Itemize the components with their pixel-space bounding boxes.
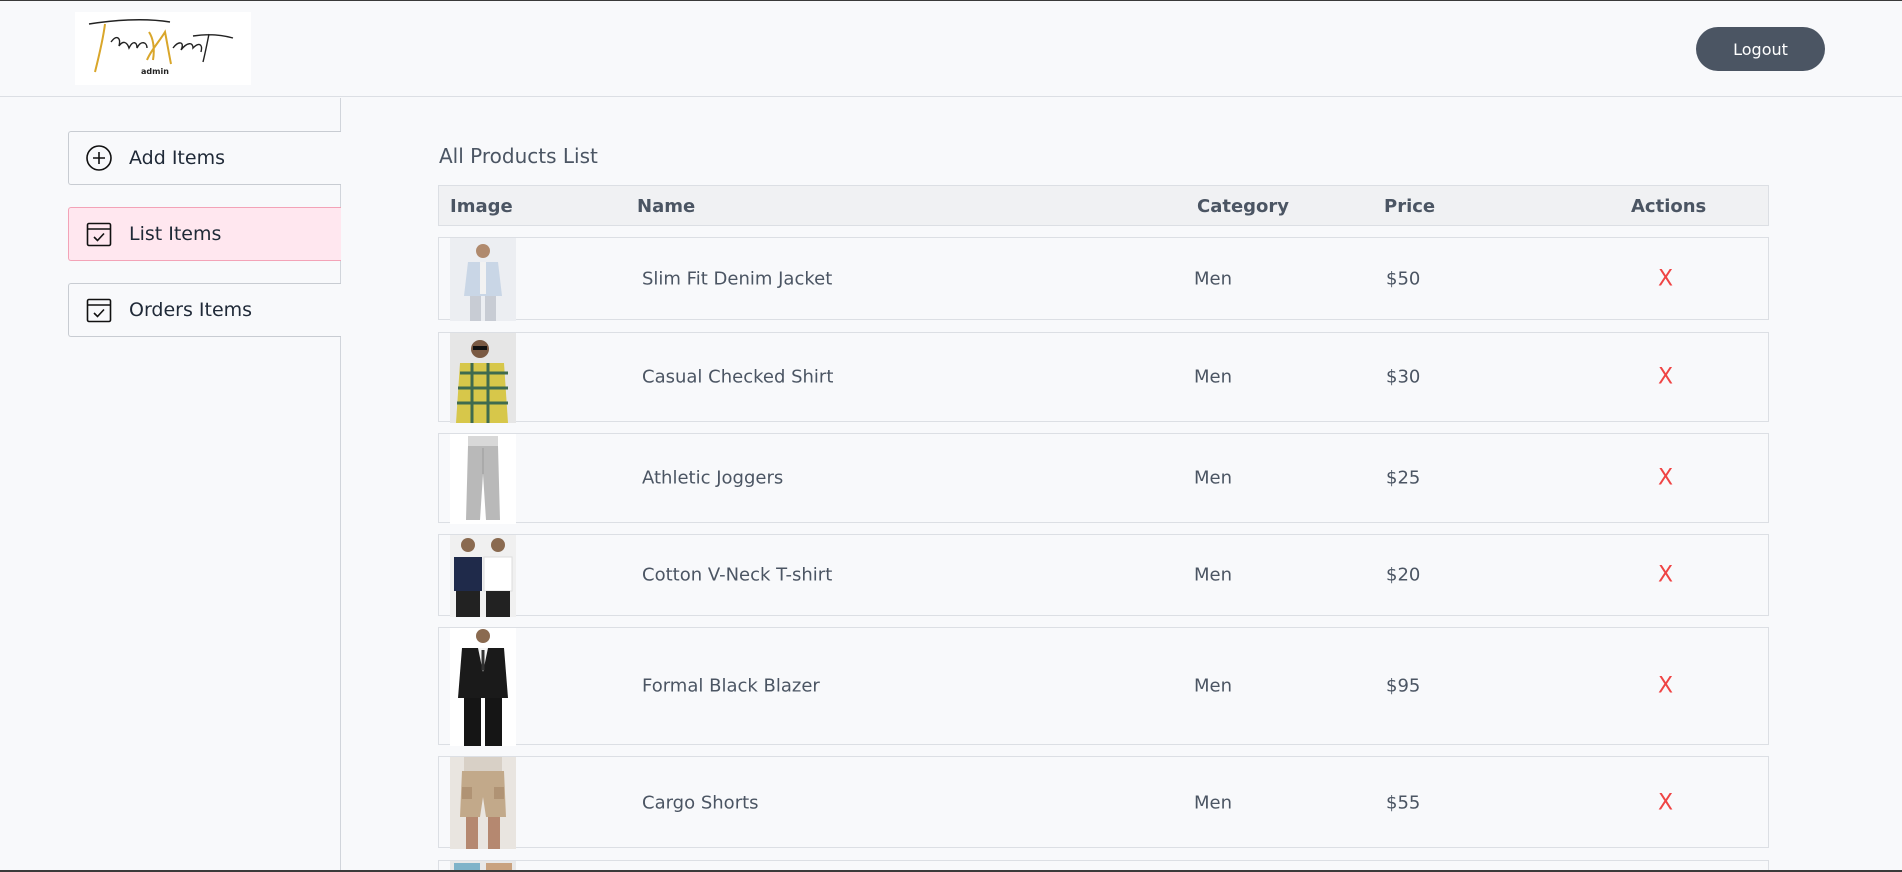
product-category: Men (1194, 366, 1233, 388)
logo-subtext: admin (141, 67, 169, 76)
delete-icon[interactable]: X (1658, 674, 1673, 699)
brand-logo[interactable]: admin (75, 12, 251, 85)
column-header-price: Price (1384, 196, 1436, 217)
add-circle-icon (85, 144, 113, 172)
product-name: Cotton V-Neck T-shirt (642, 564, 833, 586)
table-row: Cargo Shorts Men $55 X (438, 756, 1769, 849)
product-price: $55 (1386, 792, 1421, 814)
page-title: All Products List (439, 144, 598, 168)
sidebar-item-label: Add Items (129, 147, 225, 169)
product-thumbnail (450, 628, 516, 746)
product-name: Athletic Joggers (642, 467, 784, 489)
product-thumbnail (450, 535, 516, 617)
product-price: $20 (1386, 564, 1421, 586)
product-thumbnail (450, 434, 516, 524)
delete-icon[interactable]: X (1658, 791, 1673, 816)
product-thumbnail (450, 861, 516, 870)
product-thumbnail (450, 333, 516, 423)
product-name: Cargo Shorts (642, 792, 759, 814)
product-price: $50 (1386, 268, 1421, 290)
table-row: Slim Fit Denim Jacket Men $50 X (438, 237, 1769, 321)
delete-icon[interactable]: X (1658, 466, 1673, 491)
column-header-name: Name (637, 196, 696, 217)
column-header-image: Image (450, 196, 513, 217)
sidebar: Add Items List Items Orders Items (0, 98, 341, 870)
logout-button[interactable]: Logout (1696, 27, 1825, 71)
product-category: Men (1194, 564, 1233, 586)
top-header: admin Logout (0, 1, 1902, 97)
column-header-category: Category (1197, 196, 1290, 217)
calendar-check-icon (85, 296, 113, 324)
sidebar-item-orders-items[interactable]: Orders Items (68, 283, 341, 337)
product-category: Men (1194, 675, 1233, 697)
table-row: Formal Black Blazer Men $95 X (438, 627, 1769, 746)
sidebar-item-add-items[interactable]: Add Items (68, 131, 341, 185)
product-category: Men (1194, 268, 1233, 290)
product-category: Men (1194, 467, 1233, 489)
product-price: $25 (1386, 467, 1421, 489)
product-thumbnail (450, 238, 516, 321)
table-row: Casual Checked Shirt Men $30 X (438, 332, 1769, 423)
table-header: Image Name Category Price Actions (438, 185, 1769, 226)
column-header-actions: Actions (1631, 196, 1707, 217)
table-row: Athletic Joggers Men $25 X (438, 433, 1769, 524)
product-price: $30 (1386, 366, 1421, 388)
delete-icon[interactable]: X (1658, 267, 1673, 292)
product-thumbnail (450, 757, 516, 849)
product-name: Formal Black Blazer (642, 675, 820, 697)
table-row: Cotton V-Neck T-shirt Men $20 X (438, 534, 1769, 617)
product-price: $95 (1386, 675, 1421, 697)
product-name: Casual Checked Shirt (642, 366, 834, 388)
table-row (438, 860, 1769, 870)
sidebar-item-label: List Items (129, 223, 222, 245)
calendar-check-icon (85, 220, 113, 248)
product-name: Slim Fit Denim Jacket (642, 268, 833, 290)
sidebar-item-list-items[interactable]: List Items (68, 207, 341, 261)
sidebar-item-label: Orders Items (129, 299, 253, 321)
delete-icon[interactable]: X (1658, 365, 1673, 390)
product-category: Men (1194, 792, 1233, 814)
admin-page: admin Logout Add Items List Items Orders… (0, 0, 1902, 872)
delete-icon[interactable]: X (1658, 563, 1673, 588)
